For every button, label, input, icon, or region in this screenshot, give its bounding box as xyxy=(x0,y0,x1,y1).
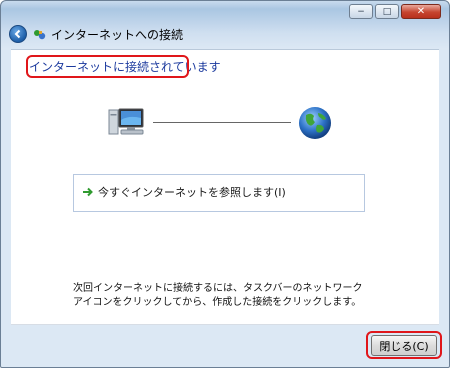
content-area: インターネットに接続されています 今すぐインターネットを参照します(I) 次回イ… xyxy=(11,49,439,325)
browse-internet-link[interactable]: 今すぐインターネットを参照します(I) xyxy=(73,174,365,212)
window-title: インターネットへの接続 xyxy=(51,28,184,42)
green-arrow-icon xyxy=(83,187,93,197)
globe-icon xyxy=(299,107,331,139)
back-button[interactable] xyxy=(9,25,27,43)
back-arrow-icon xyxy=(14,29,21,39)
computer-icon xyxy=(108,108,144,135)
minimize-button[interactable]: − xyxy=(349,4,373,19)
dialog-window: − □ ✕ インターネットへの接続 インターネットに接続されています 今すぐイン… xyxy=(0,0,450,368)
network-icon xyxy=(34,30,46,40)
caption-buttons: − □ ✕ xyxy=(349,4,441,19)
info-text-line: 次回インターネットに接続するには、タスクバーのネットワーク xyxy=(73,283,363,294)
info-text-line: アイコンをクリックしてから、作成した接続をクリックします。 xyxy=(73,297,362,308)
connection-line xyxy=(153,122,291,123)
close-window-button[interactable]: ✕ xyxy=(401,4,441,19)
footer-bar: 閉じる(C) xyxy=(11,324,442,360)
maximize-button[interactable]: □ xyxy=(375,4,399,19)
browse-internet-label: 今すぐインターネットを参照します(I) xyxy=(98,186,286,199)
info-text: 次回インターネットに接続するには、タスクバーのネットワーク アイコンをクリックし… xyxy=(73,282,363,310)
highlight-frame-status xyxy=(26,55,189,78)
highlight-frame-close xyxy=(366,331,442,359)
